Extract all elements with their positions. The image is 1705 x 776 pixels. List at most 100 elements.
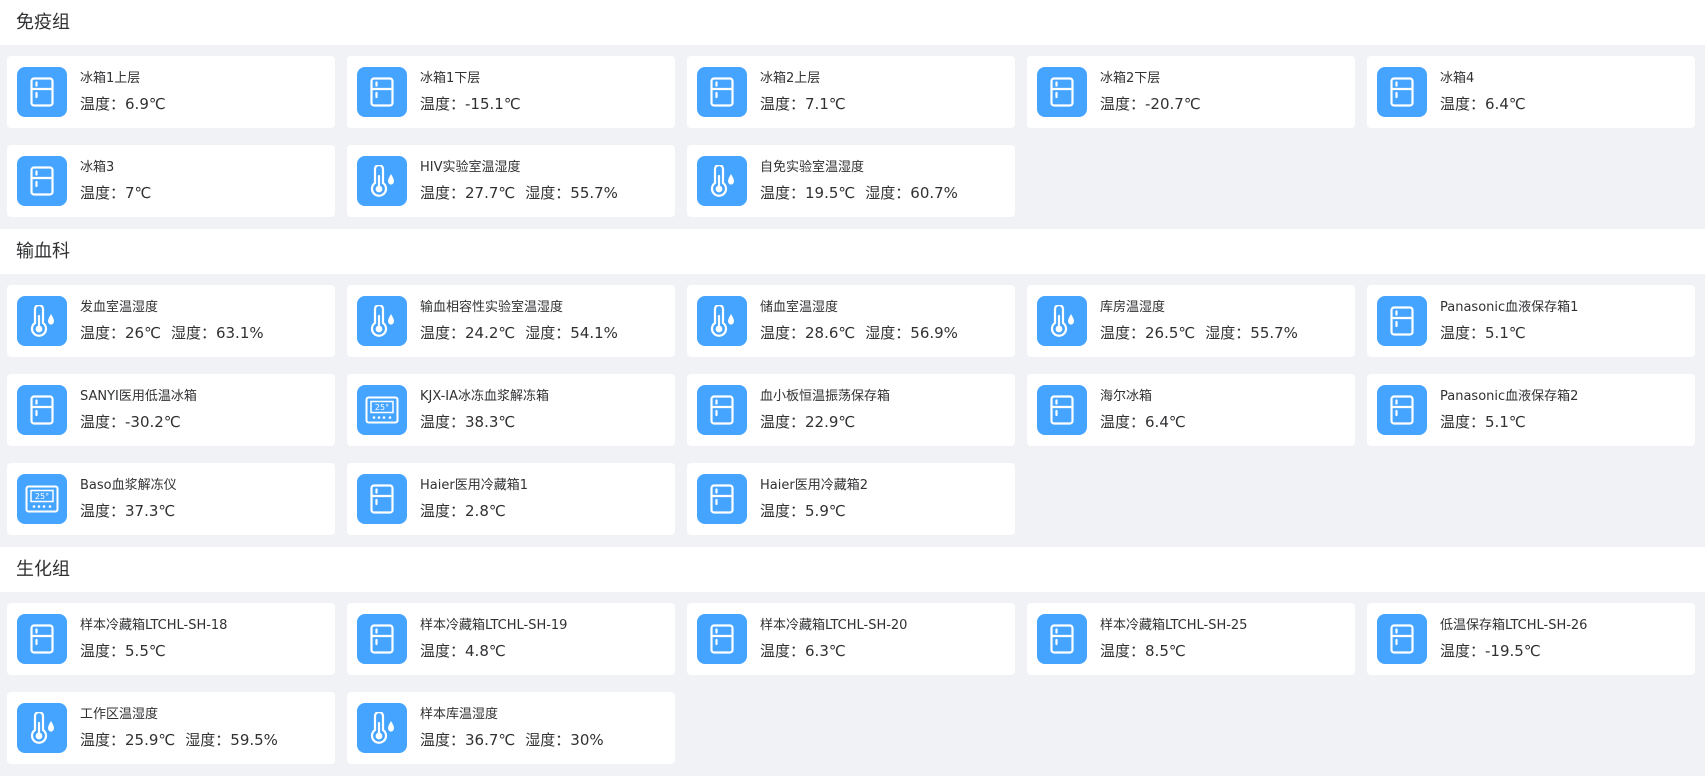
fridge-icon	[1037, 385, 1087, 435]
device-reading: 温度：24.2℃ 湿度：54.1%	[420, 323, 618, 343]
temperature-label: 温度：	[1440, 95, 1486, 113]
device-card[interactable]: 样本库温湿度 温度：36.7℃ 湿度：30%	[347, 692, 675, 764]
fridge-icon	[357, 474, 407, 524]
temperature-value: -30.2℃	[125, 413, 181, 431]
device-name: 冰箱1下层	[420, 71, 481, 86]
device-info: SANYI医用低温冰箱 温度：-30.2℃	[80, 388, 197, 432]
device-group-2: 生化组 样本冷藏箱LTCHL-SH-18 温度：5.5℃ 样本冷藏箱LTCHL-…	[0, 547, 1705, 776]
fridge-icon	[1377, 385, 1427, 435]
device-card[interactable]: 冰箱1上层 温度：6.9℃	[7, 56, 335, 128]
svg-text:25°: 25°	[35, 492, 49, 501]
fridge-icon	[1377, 614, 1427, 664]
device-card[interactable]: 血小板恒温振荡保存箱 温度：22.9℃	[687, 374, 1015, 446]
temperature-value: 27.7℃	[465, 184, 516, 202]
device-reading: 温度：38.3℃	[420, 412, 549, 432]
device-reading: 温度：8.5℃	[1100, 641, 1247, 661]
device-card[interactable]: 样本冷藏箱LTCHL-SH-25 温度：8.5℃	[1027, 603, 1355, 675]
device-name: 工作区温湿度	[80, 707, 159, 722]
device-reading: 温度：6.3℃	[760, 641, 907, 661]
temperature-label: 温度：	[1440, 413, 1486, 431]
temperature-label: 温度：	[420, 95, 466, 113]
fridge-icon	[1037, 67, 1087, 117]
temperature-value: 7℃	[125, 184, 152, 202]
device-card[interactable]: 储血室温湿度 温度：28.6℃ 湿度：56.9%	[687, 285, 1015, 357]
device-name: 冰箱1上层	[80, 71, 141, 86]
temperature-label: 温度：	[420, 502, 466, 520]
device-reading: 温度：7.1℃	[760, 94, 846, 114]
device-grid: 冰箱1上层 温度：6.9℃ 冰箱1下层 温度：-15.1℃ 冰箱2上层 温度：7…	[0, 45, 1705, 229]
device-reading: 温度：4.8℃	[420, 641, 567, 661]
thermo-hygrometer-icon	[697, 156, 747, 206]
device-card[interactable]: 冰箱2上层 温度：7.1℃	[687, 56, 1015, 128]
device-info: KJX-IA冰冻血浆解冻箱 温度：38.3℃	[420, 388, 549, 432]
device-grid: 样本冷藏箱LTCHL-SH-18 温度：5.5℃ 样本冷藏箱LTCHL-SH-1…	[0, 592, 1705, 776]
device-card[interactable]: 25° Baso血浆解冻仪 温度：37.3℃	[7, 463, 335, 535]
temperature-value: -15.1℃	[465, 95, 521, 113]
device-reading: 温度：-30.2℃	[80, 412, 197, 432]
device-reading: 温度：28.6℃ 湿度：56.9%	[760, 323, 958, 343]
device-card[interactable]: 样本冷藏箱LTCHL-SH-19 温度：4.8℃	[347, 603, 675, 675]
fridge-icon	[357, 67, 407, 117]
device-card[interactable]: Panasonic血液保存箱1 温度：5.1℃	[1367, 285, 1695, 357]
device-info: 冰箱1下层 温度：-15.1℃	[420, 70, 521, 114]
thermo-hygrometer-icon	[697, 296, 747, 346]
device-card[interactable]: Panasonic血液保存箱2 温度：5.1℃	[1367, 374, 1695, 446]
fridge-icon	[697, 474, 747, 524]
device-reading: 温度：27.7℃ 湿度：55.7%	[420, 183, 618, 203]
device-info: 工作区温湿度 温度：25.9℃ 湿度：59.5%	[80, 706, 278, 750]
device-name: 样本冷藏箱LTCHL-SH-25	[1100, 618, 1248, 633]
group-title: 输血科	[0, 229, 1705, 274]
device-card[interactable]: 自免实验室温湿度 温度：19.5℃ 湿度：60.7%	[687, 145, 1015, 217]
device-card[interactable]: Haier医用冷藏箱2 温度：5.9℃	[687, 463, 1015, 535]
temperature-label: 温度：	[80, 95, 126, 113]
fridge-icon	[1377, 67, 1427, 117]
device-reading: 温度：5.9℃	[760, 501, 868, 521]
device-info: 样本冷藏箱LTCHL-SH-19 温度：4.8℃	[420, 617, 567, 661]
device-info: 冰箱4 温度：6.4℃	[1440, 70, 1526, 114]
device-card[interactable]: 冰箱4 温度：6.4℃	[1367, 56, 1695, 128]
device-card[interactable]: SANYI医用低温冰箱 温度：-30.2℃	[7, 374, 335, 446]
device-name: Panasonic血液保存箱1	[1440, 300, 1579, 315]
humidity-label: 湿度：	[185, 731, 231, 749]
device-card[interactable]: 冰箱1下层 温度：-15.1℃	[347, 56, 675, 128]
device-card[interactable]: 低温保存箱LTCHL-SH-26 温度：-19.5℃	[1367, 603, 1695, 675]
device-card[interactable]: 海尔冰箱 温度：6.4℃	[1027, 374, 1355, 446]
device-info: 发血室温湿度 温度：26℃ 湿度：63.1%	[80, 299, 264, 343]
device-card[interactable]: 输血相容性实验室温湿度 温度：24.2℃ 湿度：54.1%	[347, 285, 675, 357]
device-reading: 温度：5.5℃	[80, 641, 227, 661]
device-card[interactable]: 冰箱3 温度：7℃	[7, 145, 335, 217]
temperature-value: 37.3℃	[125, 502, 176, 520]
device-info: 冰箱3 温度：7℃	[80, 159, 151, 203]
device-name: 海尔冰箱	[1100, 389, 1153, 404]
device-card[interactable]: 发血室温湿度 温度：26℃ 湿度：63.1%	[7, 285, 335, 357]
device-card[interactable]: 工作区温湿度 温度：25.9℃ 湿度：59.5%	[7, 692, 335, 764]
thawing-device-icon: 25°	[357, 385, 407, 435]
temperature-value: -19.5℃	[1485, 642, 1541, 660]
device-card[interactable]: Haier医用冷藏箱1 温度：2.8℃	[347, 463, 675, 535]
device-card[interactable]: 样本冷藏箱LTCHL-SH-20 温度：6.3℃	[687, 603, 1015, 675]
device-card[interactable]: 样本冷藏箱LTCHL-SH-18 温度：5.5℃	[7, 603, 335, 675]
humidity-value: 30%	[570, 731, 604, 749]
device-info: 自免实验室温湿度 温度：19.5℃ 湿度：60.7%	[760, 159, 958, 203]
humidity-value: 55.7%	[570, 184, 618, 202]
fridge-icon	[357, 614, 407, 664]
temperature-label: 温度：	[420, 324, 466, 342]
device-reading: 温度：5.1℃	[1440, 412, 1578, 432]
device-reading: 温度：-19.5℃	[1440, 641, 1587, 661]
device-card[interactable]: HIV实验室温湿度 温度：27.7℃ 湿度：55.7%	[347, 145, 675, 217]
temperature-label: 温度：	[420, 731, 466, 749]
device-name: 样本冷藏箱LTCHL-SH-18	[80, 618, 228, 633]
group-title: 免疫组	[0, 0, 1705, 45]
device-info: Panasonic血液保存箱2 温度：5.1℃	[1440, 388, 1578, 432]
device-name: HIV实验室温湿度	[420, 160, 521, 175]
fridge-icon	[1037, 614, 1087, 664]
temperature-label: 温度：	[760, 413, 806, 431]
device-group-1: 输血科 发血室温湿度 温度：26℃ 湿度：63.1% 输血相容性实验室温湿度 温度…	[0, 229, 1705, 547]
device-name: Panasonic血液保存箱2	[1440, 389, 1579, 404]
device-card[interactable]: 25° KJX-IA冰冻血浆解冻箱 温度：38.3℃	[347, 374, 675, 446]
device-card[interactable]: 库房温湿度 温度：26.5℃ 湿度：55.7%	[1027, 285, 1355, 357]
device-info: 样本冷藏箱LTCHL-SH-20 温度：6.3℃	[760, 617, 907, 661]
temperature-value: 25.9℃	[125, 731, 176, 749]
device-card[interactable]: 冰箱2下层 温度：-20.7℃	[1027, 56, 1355, 128]
device-reading: 温度：25.9℃ 湿度：59.5%	[80, 730, 278, 750]
